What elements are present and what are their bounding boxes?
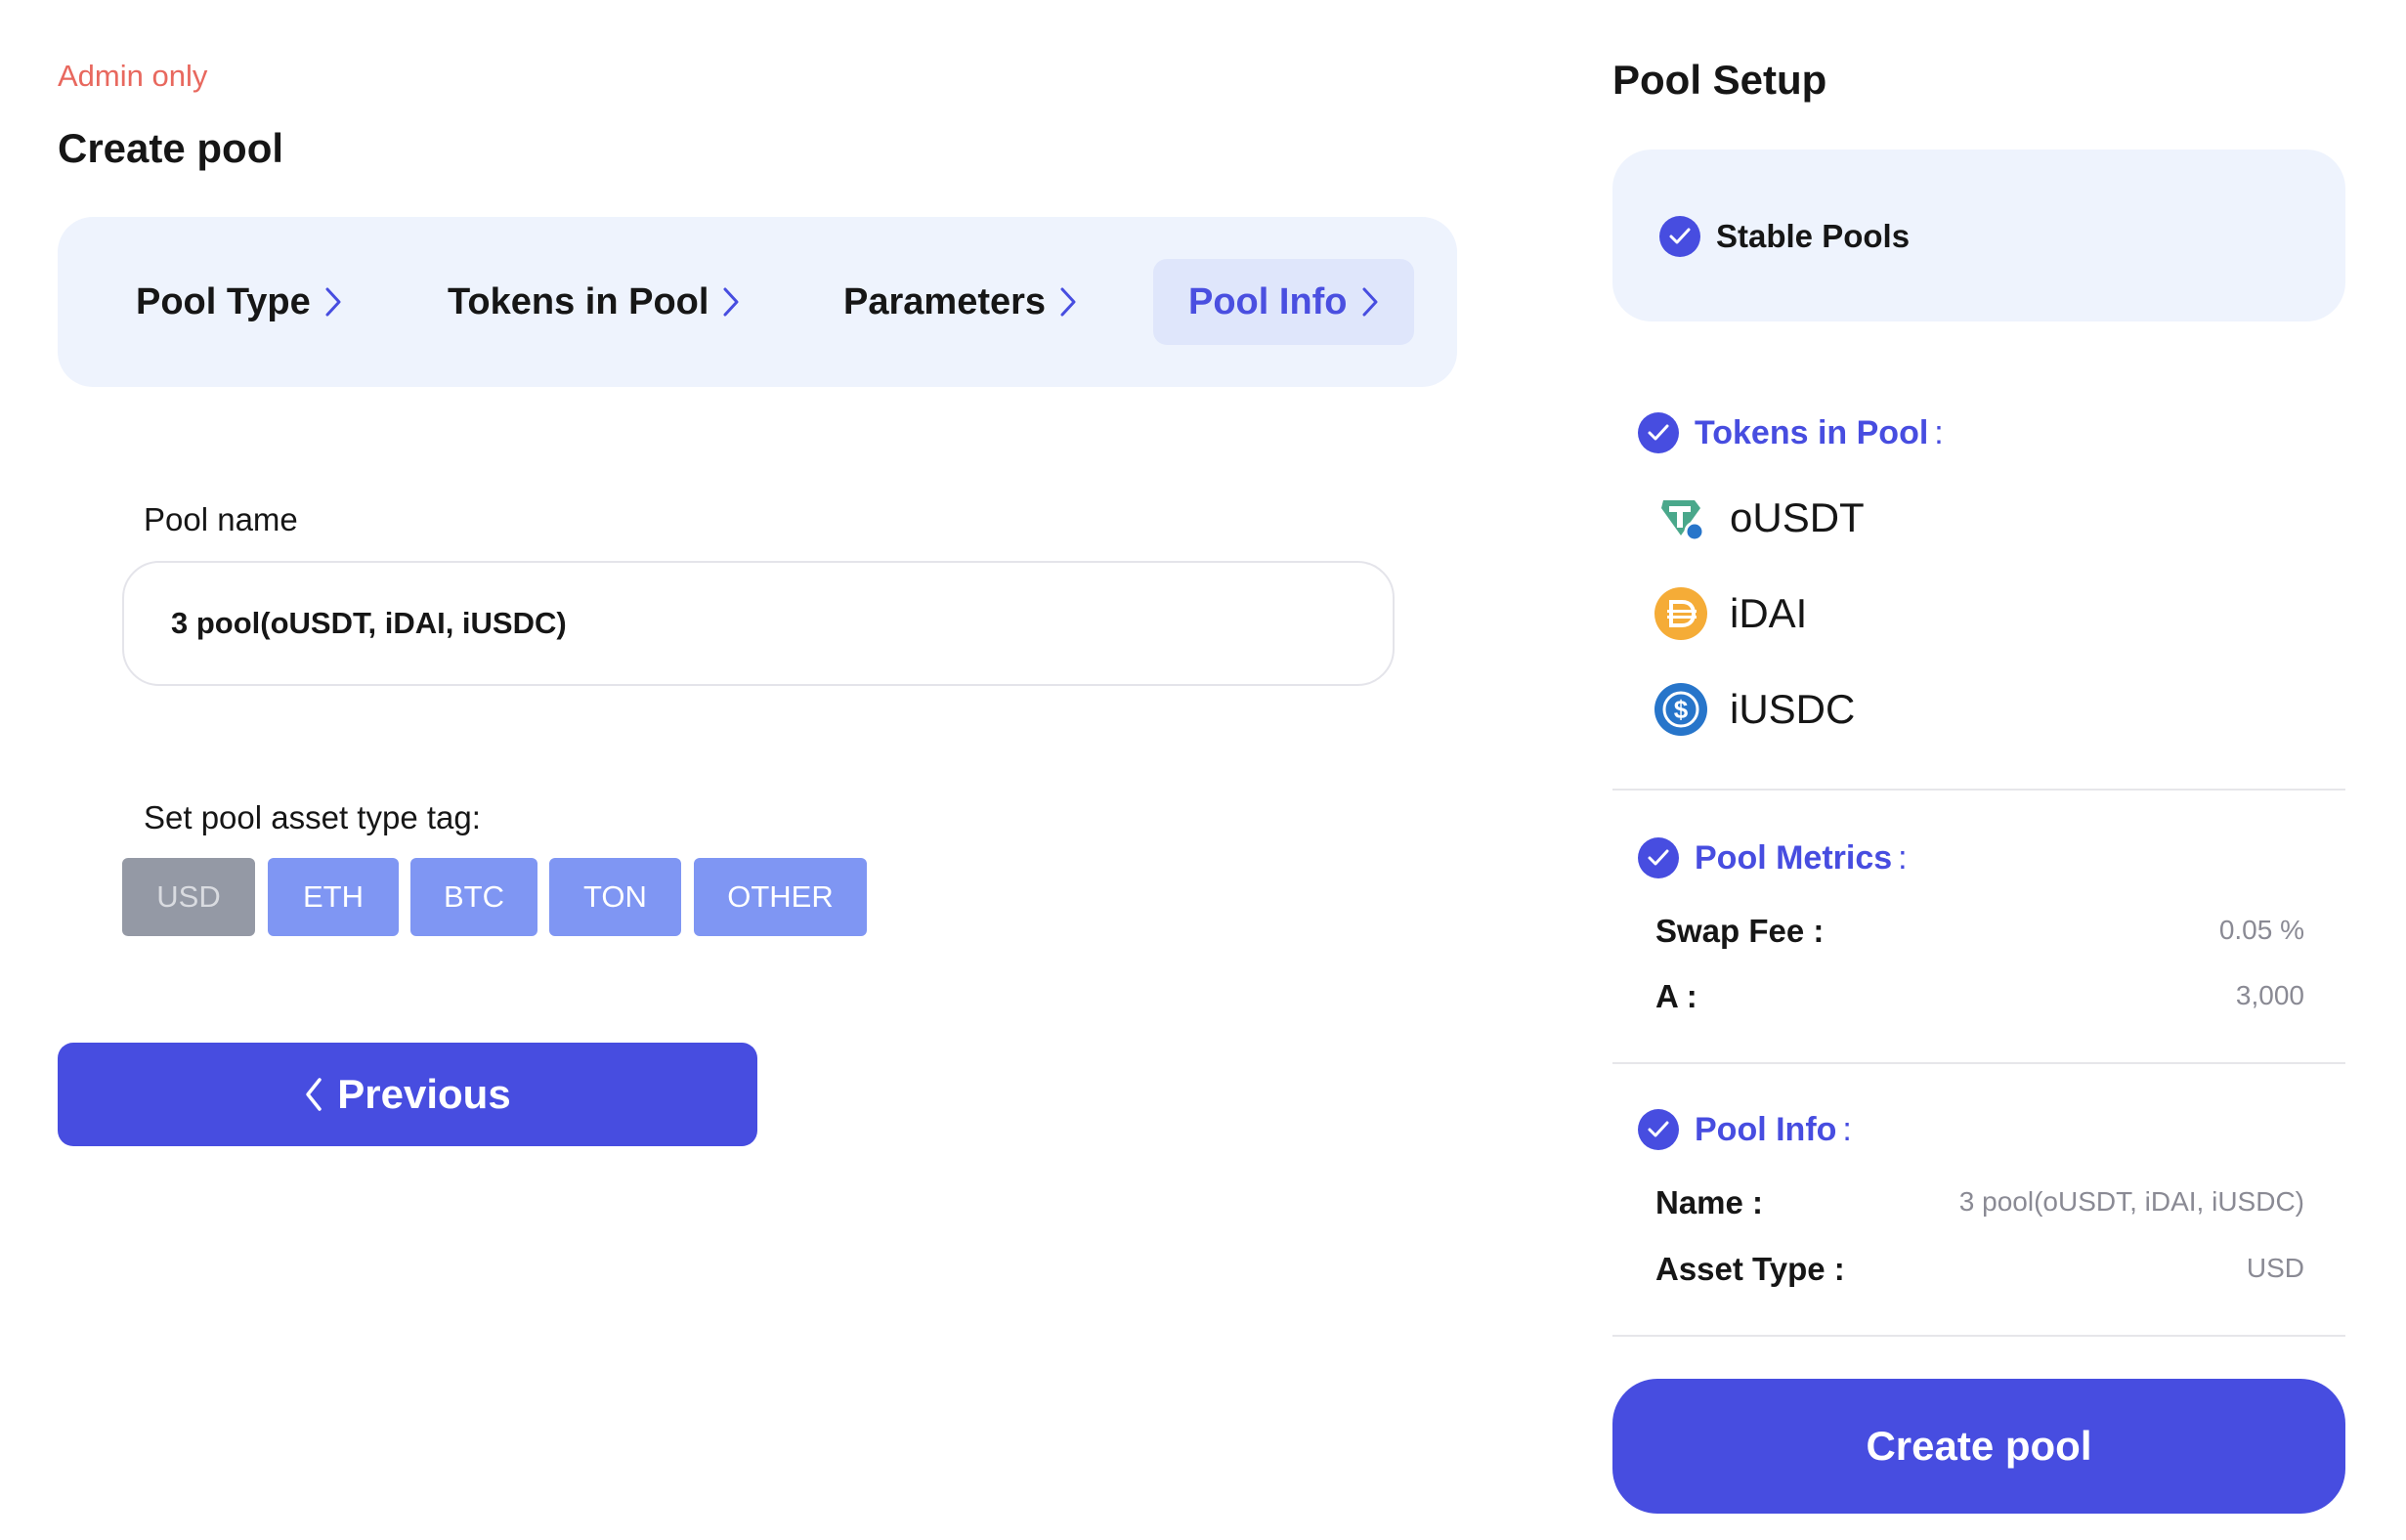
token-ousdt: oUSDT xyxy=(1654,491,1865,545)
section-title: Tokens in Pool xyxy=(1695,413,1929,451)
chevron-right-icon xyxy=(1059,286,1077,318)
tag-eth[interactable]: ETH xyxy=(268,858,399,936)
step-pool-type[interactable]: Pool Type xyxy=(136,259,342,345)
section-title: Pool Info xyxy=(1695,1110,1837,1148)
section-title: Pool Metrics xyxy=(1695,838,1893,877)
swap-fee-label: Swap Fee : xyxy=(1655,913,1825,949)
name-value: 3 pool(oUSDT, iDAI, iUSDC) xyxy=(1958,1186,2304,1217)
a-value: 3,000 xyxy=(2235,980,2304,1010)
usdc-icon: $ xyxy=(1654,682,1708,737)
a-label: A : xyxy=(1655,978,1697,1014)
tokens-in-pool-heading: Tokens in Pool : xyxy=(1638,412,1944,453)
previous-label: Previous xyxy=(337,1071,511,1117)
page-title: Create pool xyxy=(58,125,284,171)
name-label: Name : xyxy=(1655,1184,1764,1220)
chevron-right-icon xyxy=(324,286,342,318)
swap-fee-value: 0.05 % xyxy=(2218,915,2304,945)
step-label: Tokens in Pool xyxy=(448,280,709,322)
asset-type-label: Asset Type : xyxy=(1655,1251,1845,1287)
chevron-right-icon xyxy=(1361,286,1379,318)
step-label: Pool Info xyxy=(1188,280,1348,322)
tag-btc[interactable]: BTC xyxy=(410,858,537,936)
check-circle-icon xyxy=(1638,412,1679,453)
pool-type-value: Stable Pools xyxy=(1716,218,1911,254)
divider xyxy=(1612,1335,2345,1337)
tag-usd[interactable]: USD xyxy=(122,858,255,936)
asset-type-value: USD xyxy=(2246,1253,2304,1283)
step-tokens-in-pool[interactable]: Tokens in Pool xyxy=(448,259,740,345)
section-colon: : xyxy=(1898,838,1908,877)
pool-metrics-heading: Pool Metrics : xyxy=(1638,837,1908,878)
token-symbol: iDAI xyxy=(1730,590,1808,636)
check-circle-icon xyxy=(1638,1109,1679,1150)
check-circle-icon xyxy=(1638,837,1679,878)
pool-name-label: Pool name xyxy=(144,501,298,537)
step-parameters[interactable]: Parameters xyxy=(843,259,1077,345)
section-colon: : xyxy=(1934,413,1944,451)
chevron-left-icon xyxy=(304,1077,323,1112)
create-pool-button[interactable]: Create pool xyxy=(1612,1379,2345,1514)
chevron-right-icon xyxy=(722,286,740,318)
divider xyxy=(1612,789,2345,791)
step-label: Parameters xyxy=(843,280,1047,322)
section-colon: : xyxy=(1842,1110,1852,1148)
pool-setup-title: Pool Setup xyxy=(1612,57,1827,103)
step-pool-info[interactable]: Pool Info xyxy=(1153,259,1414,345)
admin-only-label: Admin only xyxy=(58,59,208,93)
token-symbol: iUSDC xyxy=(1730,686,1856,732)
dai-icon xyxy=(1654,586,1708,641)
token-idai: iDAI xyxy=(1654,586,1807,641)
stepper: Pool Type Tokens in Pool Parameters Pool… xyxy=(58,217,1457,387)
divider xyxy=(1612,1062,2345,1064)
pool-name-input[interactable] xyxy=(122,561,1395,686)
previous-button[interactable]: Previous xyxy=(58,1043,757,1146)
tag-other[interactable]: OTHER xyxy=(694,858,867,936)
pool-type-summary: Stable Pools xyxy=(1612,150,2345,321)
pool-info-heading: Pool Info : xyxy=(1638,1109,1852,1150)
step-label: Pool Type xyxy=(136,280,311,322)
token-iusdc: $ iUSDC xyxy=(1654,682,1855,737)
check-circle-icon xyxy=(1659,216,1700,257)
tether-icon xyxy=(1654,491,1708,545)
svg-text:$: $ xyxy=(1674,695,1689,724)
tag-ton[interactable]: TON xyxy=(549,858,681,936)
asset-type-tag-label: Set pool asset type tag: xyxy=(144,799,481,835)
token-symbol: oUSDT xyxy=(1730,494,1865,540)
pool-type-item: Stable Pools xyxy=(1659,216,1910,257)
